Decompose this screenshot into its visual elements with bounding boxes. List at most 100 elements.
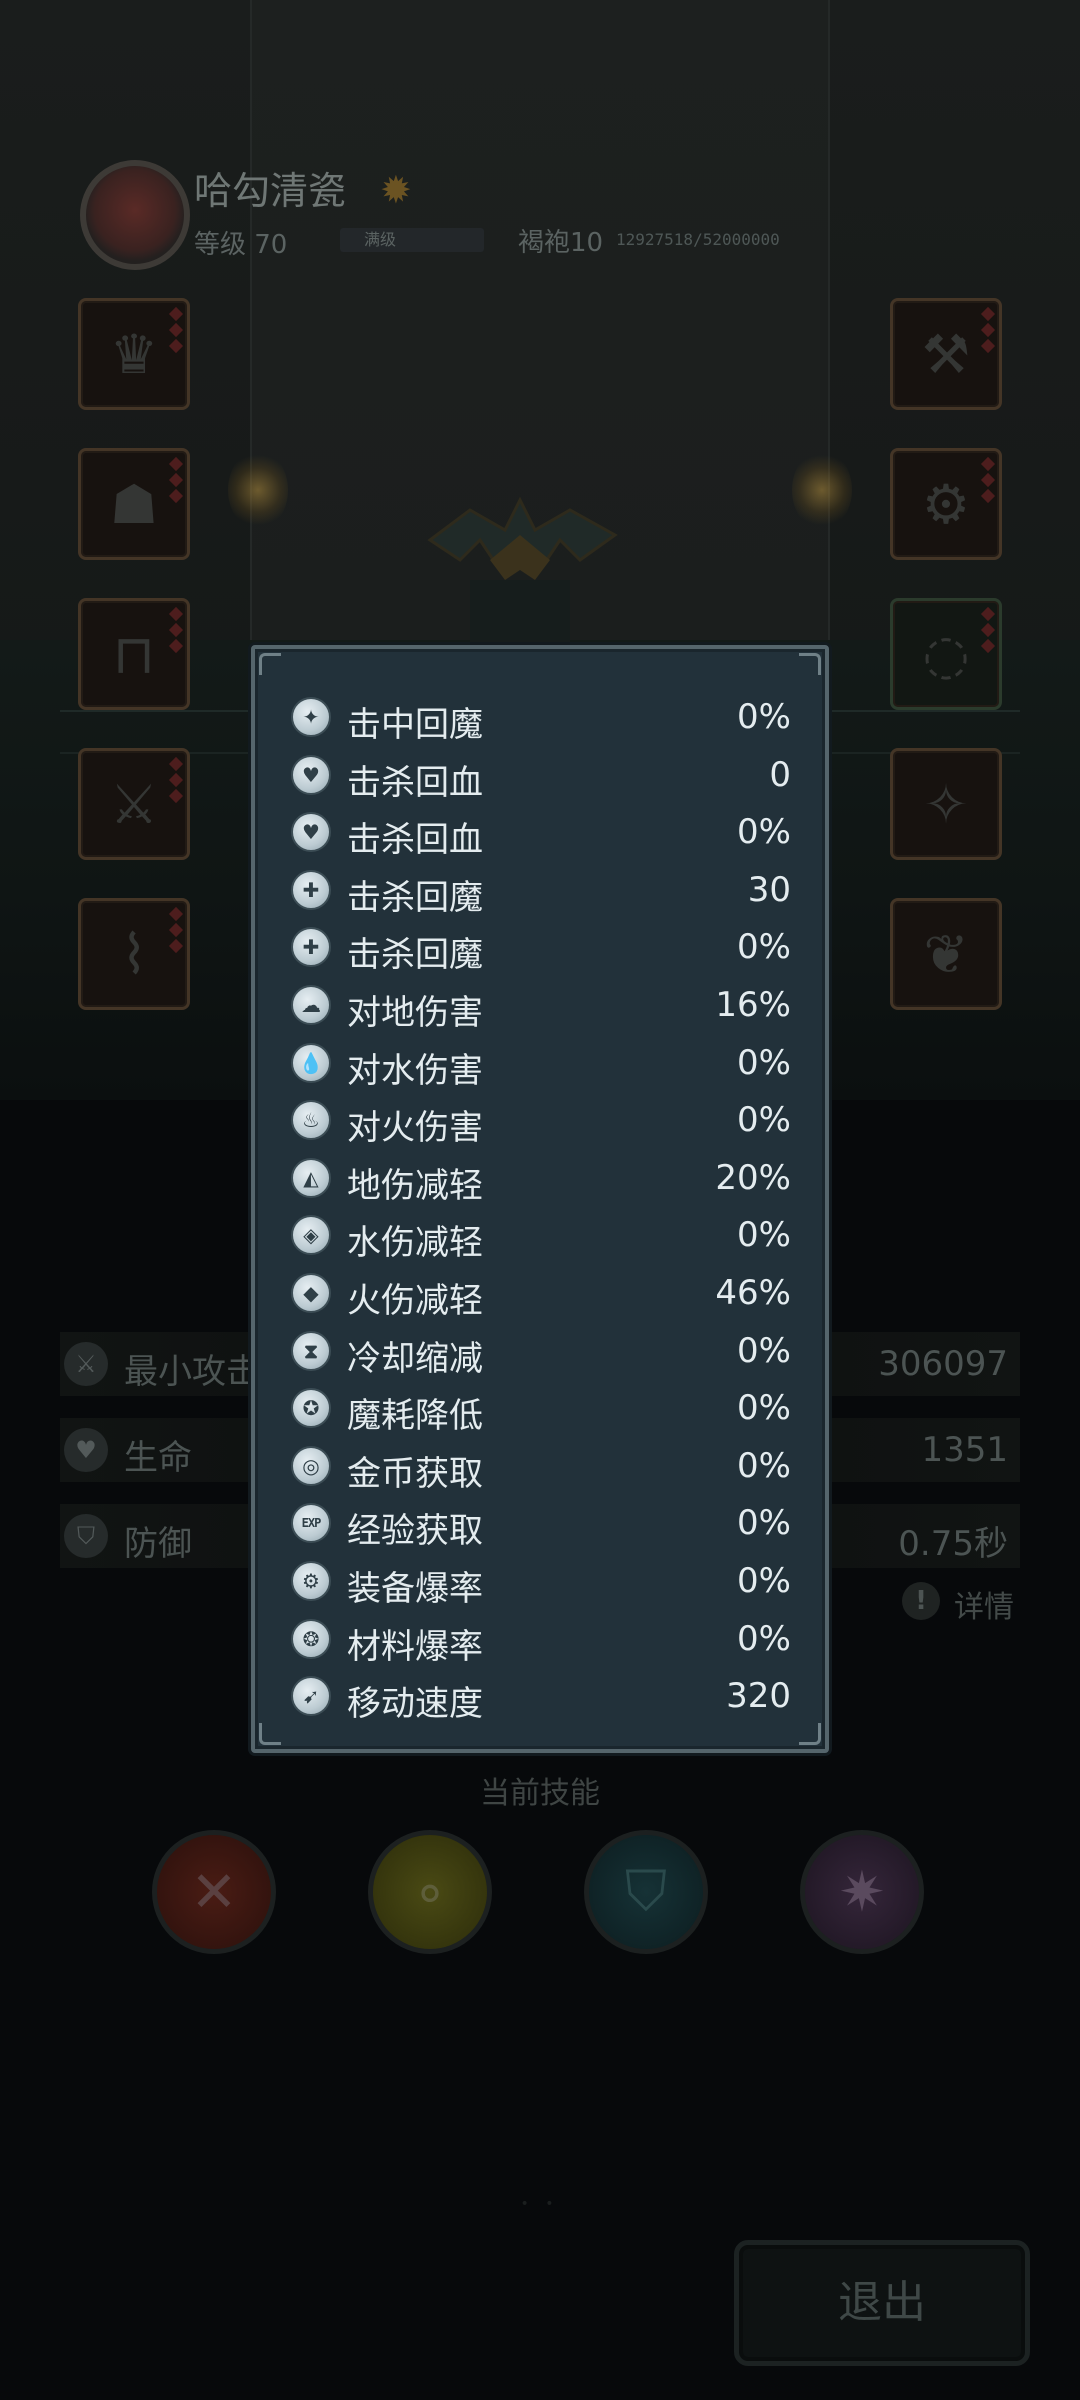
attribute-value: 0%: [737, 1042, 791, 1083]
attribute-row: ✦ 击中回魔 0%: [291, 689, 791, 747]
stat-label: 最小攻击: [124, 1352, 260, 1392]
stat-value: 306097: [878, 1344, 1008, 1384]
attribute-row: ♥ 击杀回血 0%: [291, 804, 791, 862]
skill-water-shield-icon[interactable]: ⛉: [584, 1830, 708, 1954]
attribute-row: ◆ 火伤减轻 46%: [291, 1265, 791, 1323]
stat-value: 1351: [921, 1430, 1008, 1470]
attribute-value: 0%: [737, 697, 791, 737]
attribute-label: 金币获取: [347, 1453, 483, 1494]
star-badge-icon: ✹: [380, 168, 412, 212]
level-progress-bar: 满级: [340, 228, 484, 252]
attribute-label: 材料爆率: [347, 1626, 483, 1667]
heart-relic-icon: ❦: [923, 922, 969, 986]
attribute-row: ➹ 移动速度 320: [291, 1668, 791, 1726]
exit-button[interactable]: 退出: [734, 2240, 1030, 2366]
attribute-row: ✚ 击杀回魔 30: [291, 862, 791, 920]
attribute-value: 0%: [737, 1560, 791, 1601]
right-lamp-icon: [792, 450, 852, 530]
attribute-row: ✪ 魔耗降低 0%: [291, 1380, 791, 1438]
water-drop-icon: 💧: [291, 1042, 331, 1083]
left-lamp-icon: [228, 450, 288, 530]
equipment-slot-right-1[interactable]: ⚒: [890, 298, 1002, 410]
material-drop-icon: ❂: [291, 1618, 331, 1659]
attribute-label: 对火伤害: [347, 1108, 483, 1149]
heart-icon: ♥: [64, 1428, 108, 1472]
water-shield-icon: ◈: [291, 1215, 331, 1256]
attribute-value: 320: [726, 1676, 791, 1717]
attribute-row: ⚙ 装备爆率 0%: [291, 1553, 791, 1611]
attribute-label: 水伤减轻: [347, 1223, 483, 1264]
attribute-row: ♨ 对火伤害 0%: [291, 1092, 791, 1150]
heart-percent-icon: ♥: [291, 812, 331, 853]
attribute-value: 0%: [737, 1503, 791, 1544]
attribute-row: ◈ 水伤减轻 0%: [291, 1207, 791, 1265]
attribute-value: 0%: [737, 1618, 791, 1659]
fire-shield-icon: ◆: [291, 1272, 331, 1313]
attribute-label: 火伤减轻: [347, 1280, 483, 1321]
skill-burst-icon[interactable]: ✷: [800, 1830, 924, 1954]
player-rank: 褐袍10: [518, 228, 604, 258]
corner-ornament: [259, 653, 281, 675]
equipment-slot-right-4[interactable]: ✧: [890, 748, 1002, 860]
hero-character-icon: [427, 496, 618, 660]
attribute-label: 击杀回魔: [347, 877, 483, 918]
attribute-value: 0%: [737, 927, 791, 968]
player-avatar[interactable]: [80, 160, 190, 270]
skill-bubbles-icon[interactable]: ∘: [368, 1830, 492, 1954]
attribute-label: 对地伤害: [347, 992, 483, 1033]
attribute-value: 16%: [715, 984, 791, 1025]
heart-plus-icon: ♥: [291, 754, 331, 795]
attribute-label: 击杀回魔: [347, 935, 483, 976]
exclamation-icon[interactable]: !: [902, 1582, 940, 1620]
attribute-label: 击杀回血: [347, 762, 483, 803]
gear-drop-icon: ⚙: [291, 1560, 331, 1601]
attribute-value: 0%: [737, 812, 791, 853]
attribute-label: 移动速度: [347, 1684, 483, 1725]
equipment-slot-left-2[interactable]: ☗: [78, 448, 190, 560]
corner-ornament: [799, 653, 821, 675]
coin-icon: ◎: [291, 1445, 331, 1486]
exit-button-label: 退出: [838, 2277, 926, 2328]
attribute-row: ✚ 击杀回魔 0%: [291, 919, 791, 977]
stat-value: 0.75秒: [898, 1524, 1008, 1564]
stat-label: 防御: [124, 1524, 192, 1564]
attributes-popup: ✦ 击中回魔 0% ♥ 击杀回血 0 ♥ 击杀回血 0% ✚ 击杀回魔 30 ✚ 击杀回魔 0% ☁ 对地伤害 1…: [251, 645, 829, 1753]
attribute-row: ◭ 地伤减轻 20%: [291, 1150, 791, 1208]
page-indicator: • •: [520, 2196, 560, 2212]
attribute-label: 装备爆率: [347, 1568, 483, 1609]
details-link[interactable]: 详情: [954, 1582, 1014, 1626]
earth-icon: ☁: [291, 984, 331, 1025]
shield-icon: ⛉: [64, 1514, 108, 1558]
attribute-label: 魔耗降低: [347, 1396, 483, 1437]
attribute-label: 冷却缩减: [347, 1338, 483, 1379]
attribute-label: 经验获取: [347, 1511, 483, 1552]
player-name: 哈勾清瓷: [194, 169, 347, 213]
equipment-slot-left-3[interactable]: ⊓: [78, 598, 190, 710]
attribute-label: 击杀回血: [347, 820, 483, 861]
earth-shield-icon: ◭: [291, 1157, 331, 1198]
boot-speed-icon: ➹: [291, 1676, 331, 1717]
equipment-slot-left-5[interactable]: ⌇: [78, 898, 190, 1010]
attribute-value: 0: [769, 754, 791, 795]
equipment-slot-left-1[interactable]: ♛: [78, 298, 190, 410]
skill-crossed-axes-icon[interactable]: ✕: [152, 1830, 276, 1954]
attribute-row: EXP 经验获取 0%: [291, 1495, 791, 1553]
sword-icon: ⚔: [64, 1342, 108, 1386]
charm-icon: ✧: [923, 772, 969, 836]
corner-ornament: [799, 1723, 821, 1745]
flame-icon: ♨: [291, 1100, 331, 1141]
attribute-row: 💧 对水伤害 0%: [291, 1035, 791, 1093]
level-bar-label: 满级: [363, 230, 396, 249]
equipment-slot-right-2[interactable]: ⚙: [890, 448, 1002, 560]
attribute-value: 0%: [737, 1388, 791, 1429]
stat-label: 生命: [124, 1438, 192, 1478]
mana-hit-icon: ✦: [291, 697, 331, 737]
player-exp: 12927518/52000000: [616, 230, 780, 249]
equipment-slot-right-5[interactable]: ❦: [890, 898, 1002, 1010]
attribute-value: 30: [747, 869, 791, 910]
equipment-slot-right-3[interactable]: ◌: [890, 598, 1002, 710]
attribute-value: 0%: [737, 1330, 791, 1371]
attribute-row: ♥ 击杀回血 0: [291, 747, 791, 805]
player-level: 等级 70: [194, 230, 288, 260]
equipment-slot-left-4[interactable]: ⚔: [78, 748, 190, 860]
